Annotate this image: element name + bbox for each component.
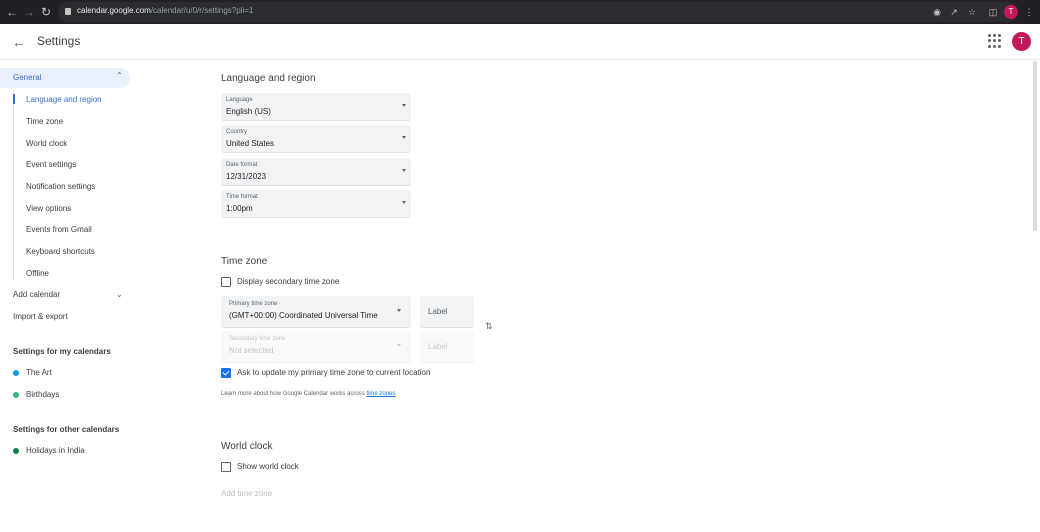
label-placeholder: Label	[428, 342, 448, 351]
sidebar-item-view-options[interactable]: View options	[26, 204, 71, 213]
sidebar-item-language-region[interactable]: Language and region	[26, 95, 102, 104]
field-value: United States	[226, 139, 275, 148]
chevron-down-icon[interactable]: ⌄	[116, 290, 123, 299]
sidebar-item-offline[interactable]: Offline	[26, 269, 49, 278]
display-secondary-label: Display secondary time zone	[237, 277, 340, 286]
submenu-divider	[13, 90, 14, 280]
lock-icon	[65, 8, 71, 15]
calendar-color-dot	[13, 392, 19, 398]
browser-back-icon[interactable]: ←	[3, 3, 21, 21]
time-zones-link[interactable]: time zones	[366, 391, 395, 397]
sidebar-item-notification-settings[interactable]: Notification settings	[26, 182, 95, 191]
browser-menu-icon[interactable]: ⋮	[1022, 5, 1036, 19]
sidebar-general-label: General	[13, 73, 42, 82]
dropdown-caret-icon	[402, 169, 406, 172]
time-zone-heading: Time zone	[221, 256, 268, 267]
calendar-color-dot	[13, 370, 19, 376]
active-indicator	[13, 94, 15, 104]
display-secondary-checkbox[interactable]	[221, 277, 231, 287]
language-select[interactable]: Language English (US)	[221, 93, 411, 121]
side-panel-icon[interactable]: ◫	[986, 5, 1000, 19]
dropdown-caret-icon	[402, 136, 406, 139]
learn-more-text: Learn more about how Google Calendar wor…	[221, 391, 395, 397]
field-value: English (US)	[226, 107, 271, 116]
dropdown-caret-icon	[397, 309, 401, 312]
browser-profile-avatar[interactable]: T	[1004, 5, 1018, 19]
page-title: Settings	[37, 34, 81, 48]
extension-icon[interactable]: ◉	[930, 5, 944, 19]
chevron-up-icon: ⌃	[116, 71, 123, 80]
sidebar-item-world-clock[interactable]: World clock	[26, 139, 67, 148]
date-format-select[interactable]: Date format 12/31/2023	[221, 158, 411, 186]
field-label: Secondary time zone	[229, 336, 286, 342]
field-label: Primary time zone	[229, 301, 278, 307]
primary-time-zone-select[interactable]: Primary time zone (GMT+00:00) Coordinate…	[221, 296, 411, 328]
sidebar-item-event-settings[interactable]: Event settings	[26, 160, 76, 169]
field-value: Not selected	[229, 346, 274, 355]
ask-update-label: Ask to update my primary time zone to cu…	[237, 368, 431, 377]
sidebar-item-events-from-gmail[interactable]: Events from Gmail	[26, 225, 92, 234]
country-select[interactable]: Country United States	[221, 125, 411, 153]
swap-time-zones-icon[interactable]: ⇅	[485, 321, 493, 332]
primary-label-input[interactable]: Label	[420, 296, 474, 328]
time-format-select[interactable]: Time format 1:00pm	[221, 190, 411, 218]
sidebar-item-keyboard-shortcuts[interactable]: Keyboard shortcuts	[26, 247, 95, 256]
google-apps-icon[interactable]	[988, 34, 1002, 48]
learn-more-sentence: Learn more about how Google Calendar wor…	[221, 391, 365, 397]
language-region-heading: Language and region	[221, 73, 316, 84]
sidebar-item-import-export[interactable]: Import & export	[13, 312, 68, 321]
show-world-clock-label: Show world clock	[237, 462, 299, 471]
app-header: ← Settings T	[0, 24, 1040, 60]
sidebar-item-the-art[interactable]: The Art	[26, 368, 52, 377]
field-label: Language	[226, 97, 253, 103]
ask-update-checkbox[interactable]	[221, 368, 231, 378]
sidebar-item-birthdays[interactable]: Birthdays	[26, 390, 59, 399]
secondary-label-input[interactable]: Label	[420, 331, 474, 363]
url-text: calendar.google.com/calendar/u/0/r/setti…	[77, 6, 254, 15]
bookmark-star-icon[interactable]: ☆	[965, 5, 979, 19]
other-calendars-heading: Settings for other calendars	[13, 425, 120, 434]
dropdown-caret-icon	[402, 104, 406, 107]
sidebar-item-add-calendar[interactable]: Add calendar	[13, 290, 60, 299]
dropdown-caret-icon	[397, 344, 401, 347]
calendar-color-dot	[13, 448, 19, 454]
share-icon[interactable]: ↗	[947, 5, 961, 19]
account-avatar[interactable]: T	[1012, 32, 1031, 51]
back-arrow-icon[interactable]: ←	[10, 33, 28, 51]
field-value: (GMT+00:00) Coordinated Universal Time	[229, 311, 378, 320]
secondary-time-zone-select[interactable]: Secondary time zone Not selected	[221, 331, 411, 363]
show-world-clock-checkbox[interactable]	[221, 462, 231, 472]
add-time-zone-button[interactable]: Add time zone	[221, 489, 272, 498]
sidebar-item-time-zone[interactable]: Time zone	[26, 117, 63, 126]
scrollbar-thumb[interactable]	[1033, 61, 1037, 231]
dropdown-caret-icon	[402, 201, 406, 204]
browser-forward-icon[interactable]: →	[20, 3, 38, 21]
field-label: Date format	[226, 162, 258, 168]
label-placeholder: Label	[428, 307, 448, 316]
address-bar[interactable]: calendar.google.com/calendar/u/0/r/setti…	[58, 2, 1018, 22]
sidebar-item-general[interactable]: General ⌃	[0, 68, 130, 88]
reload-icon[interactable]: ↻	[37, 3, 55, 21]
browser-toolbar: ← → ↻ calendar.google.com/calendar/u/0/r…	[0, 0, 1040, 24]
field-value: 12/31/2023	[226, 172, 267, 181]
my-calendars-heading: Settings for my calendars	[13, 347, 111, 356]
field-label: Country	[226, 129, 248, 135]
sidebar-item-holidays-in-india[interactable]: Holidays in India	[26, 446, 85, 455]
world-clock-heading: World clock	[221, 441, 273, 452]
field-value: 1:00pm	[226, 204, 253, 213]
field-label: Time format	[226, 194, 258, 200]
